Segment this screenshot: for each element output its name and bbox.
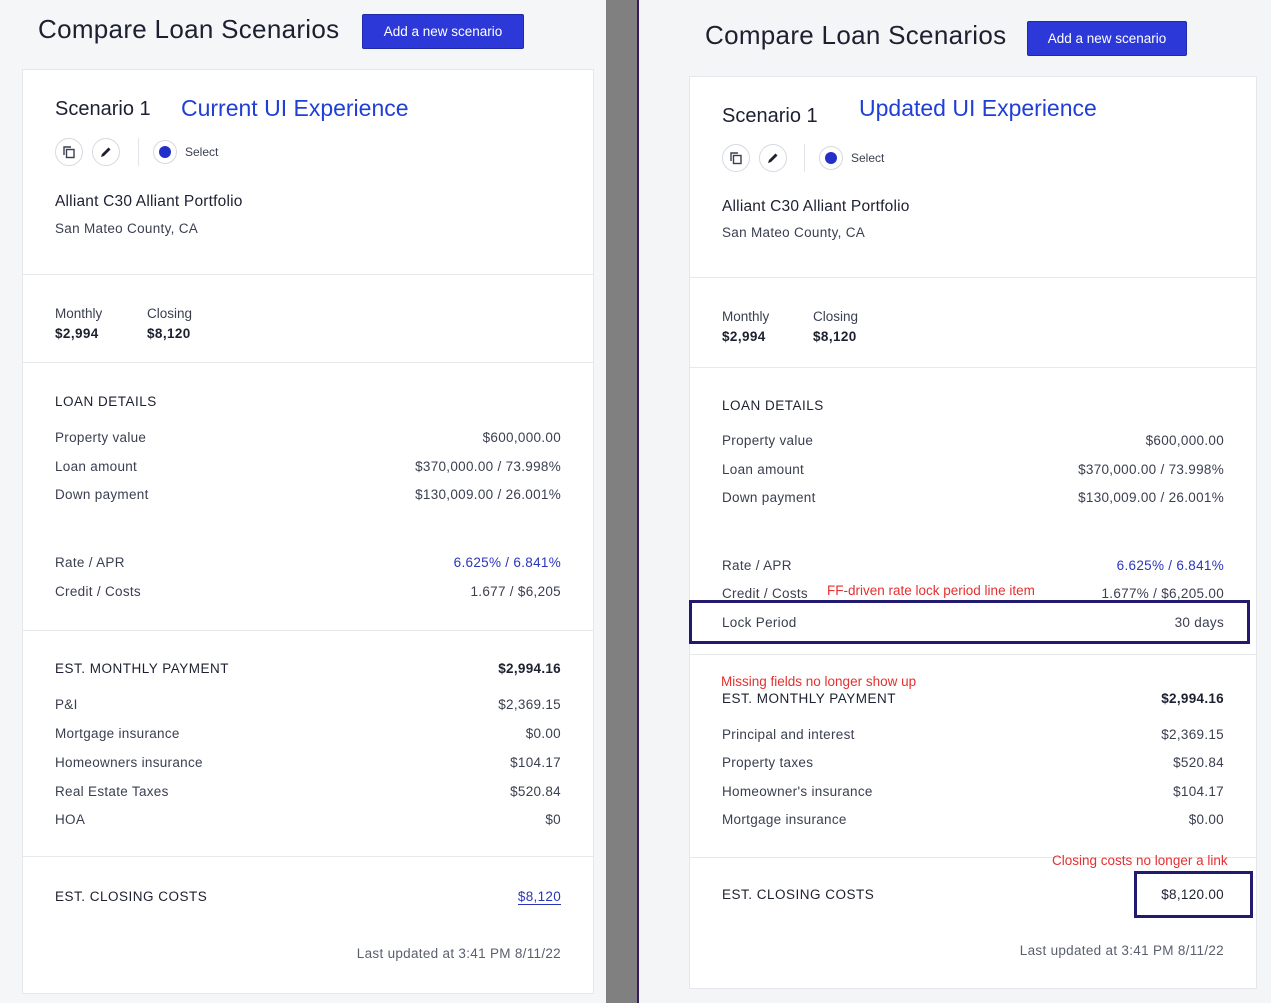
monthly-label: Monthly <box>55 306 103 321</box>
rate-value: 6.625% / 6.841% <box>453 555 561 570</box>
credit-value: 1.677% / $6,205.00 <box>1101 586 1224 601</box>
monthly-value: $2,994 <box>722 329 766 344</box>
copy-icon <box>730 152 742 165</box>
copy-icon <box>63 146 75 159</box>
scenario-card: Scenario 1 Current UI Experience Select … <box>22 69 594 994</box>
payment-row-value: $2,369.15 <box>498 697 561 712</box>
payment-row-label: Mortgage insurance <box>55 726 180 741</box>
closing-value: $8,120 <box>813 329 857 344</box>
county-text: San Mateo County, CA <box>722 225 866 240</box>
est-closing-heading: EST. CLOSING COSTS <box>722 887 875 902</box>
edit-scenario-button[interactable] <box>92 138 120 166</box>
payment-row-value: $2,369.15 <box>1161 727 1224 742</box>
radio-selected-icon <box>819 146 843 170</box>
property-value-label: Property value <box>722 433 814 448</box>
county-text: San Mateo County, CA <box>55 221 199 236</box>
loan-amount-label: Loan amount <box>722 462 805 477</box>
experience-tag: Current UI Experience <box>181 95 409 121</box>
select-scenario-radio[interactable]: Select <box>153 140 218 164</box>
page-title: Compare Loan Scenarios <box>38 14 340 44</box>
credit-label: Credit / Costs <box>722 586 808 601</box>
property-value-label: Property value <box>55 430 147 445</box>
page-title: Compare Loan Scenarios <box>705 20 1007 50</box>
pencil-icon <box>768 153 778 163</box>
annotation-lock-period: FF-driven rate lock period line item <box>827 583 1035 598</box>
closing-label: Closing <box>813 309 859 324</box>
payment-row-value: $0 <box>545 812 561 827</box>
payment-row-label: Property taxes <box>722 755 814 770</box>
annotation-closing-costs: Closing costs no longer a link <box>1052 853 1228 868</box>
loan-details-heading: LOAN DETAILS <box>722 398 824 413</box>
highlight-closing-costs <box>1134 871 1253 918</box>
payment-row-label: Homeowner's insurance <box>722 784 873 799</box>
payment-row-value: $104.17 <box>1173 784 1224 799</box>
est-monthly-total: $2,994.16 <box>1161 691 1224 706</box>
payment-row-value: $104.17 <box>510 755 561 770</box>
est-closing-heading: EST. CLOSING COSTS <box>55 889 208 904</box>
loan-amount-label: Loan amount <box>55 459 138 474</box>
updated-ui-pane: Compare Loan Scenarios Add a new scenari… <box>637 0 1271 1003</box>
edit-scenario-button[interactable] <box>759 144 787 172</box>
rate-label: Rate / APR <box>722 558 792 573</box>
monthly-label: Monthly <box>722 309 770 324</box>
property-value: $600,000.00 <box>482 430 561 445</box>
last-updated: Last updated at 3:41 PM 8/11/22 <box>1019 943 1224 958</box>
payment-row-label: Real Estate Taxes <box>55 784 169 799</box>
radio-selected-icon <box>153 140 177 164</box>
current-ui-pane: Compare Loan Scenarios Add a new scenari… <box>0 0 606 1003</box>
last-updated: Last updated at 3:41 PM 8/11/22 <box>356 946 561 961</box>
add-scenario-button[interactable]: Add a new scenario <box>1027 21 1187 56</box>
payment-row-value: $0.00 <box>1188 812 1224 827</box>
est-monthly-heading: EST. MONTHLY PAYMENT <box>55 661 230 676</box>
select-label: Select <box>185 145 219 159</box>
scenario-title: Scenario 1 <box>55 98 151 120</box>
down-payment-label: Down payment <box>722 490 816 505</box>
payment-row-label: Principal and interest <box>722 727 855 742</box>
loan-details-heading: LOAN DETAILS <box>55 394 157 409</box>
annotation-missing-fields: Missing fields no longer show up <box>721 674 917 689</box>
payment-row-label: Homeowners insurance <box>55 755 203 770</box>
down-payment: $130,009.00 / 26.001% <box>1078 490 1224 505</box>
payment-row-value: $520.84 <box>510 784 561 799</box>
payment-row-value: $0.00 <box>525 726 561 741</box>
highlight-lock-period <box>689 600 1250 644</box>
est-monthly-total: $2,994.16 <box>498 661 561 676</box>
closing-costs-link[interactable]: $8,120 <box>517 889 561 905</box>
add-scenario-button[interactable]: Add a new scenario <box>362 14 524 49</box>
pencil-icon <box>101 147 111 157</box>
scenario-title: Scenario 1 <box>722 105 818 127</box>
closing-label: Closing <box>147 306 193 321</box>
product-name: Alliant C30 Alliant Portfolio <box>55 193 243 210</box>
select-label: Select <box>851 151 885 165</box>
property-value: $600,000.00 <box>1145 433 1224 448</box>
copy-scenario-button[interactable] <box>55 138 83 166</box>
credit-value: 1.677 / $6,205 <box>470 584 561 599</box>
payment-row-label: HOA <box>55 812 86 827</box>
credit-label: Credit / Costs <box>55 584 141 599</box>
copy-scenario-button[interactable] <box>722 144 750 172</box>
rate-value: 6.625% / 6.841% <box>1116 558 1224 573</box>
product-name: Alliant C30 Alliant Portfolio <box>722 198 910 215</box>
payment-row-label: Mortgage insurance <box>722 812 847 827</box>
select-scenario-radio[interactable]: Select <box>819 146 884 170</box>
down-payment: $130,009.00 / 26.001% <box>415 487 561 502</box>
monthly-value: $2,994 <box>55 326 99 341</box>
loan-amount: $370,000.00 / 73.998% <box>415 459 561 474</box>
experience-tag: Updated UI Experience <box>859 95 1097 121</box>
rate-label: Rate / APR <box>55 555 125 570</box>
est-monthly-heading: EST. MONTHLY PAYMENT <box>722 691 897 706</box>
loan-amount: $370,000.00 / 73.998% <box>1078 462 1224 477</box>
closing-value: $8,120 <box>147 326 191 341</box>
down-payment-label: Down payment <box>55 487 149 502</box>
payment-row-value: $520.84 <box>1173 755 1224 770</box>
payment-row-label: P&I <box>55 697 78 712</box>
